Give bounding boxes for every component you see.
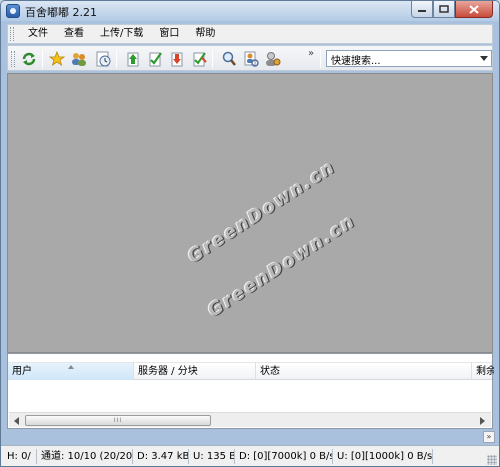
scroll-left-button[interactable] xyxy=(10,414,24,427)
minimize-button[interactable] xyxy=(411,1,433,18)
close-icon xyxy=(469,4,479,14)
menu-grip[interactable] xyxy=(10,27,14,41)
maximize-icon xyxy=(439,5,449,13)
close-button[interactable] xyxy=(455,1,493,18)
quick-search-combo[interactable]: 快速搜索... xyxy=(326,50,492,67)
title-bar[interactable]: 百舍嘟嘟 2.21 xyxy=(1,1,499,21)
sort-arrow-icon xyxy=(68,365,74,369)
menu-bar: 文件 查看 上传/下载 窗口 帮助 xyxy=(7,24,493,44)
scrollbar-thumb[interactable]: III xyxy=(25,415,211,426)
edit-icon[interactable] xyxy=(190,50,208,68)
toolbar-separator xyxy=(116,50,117,68)
expand-pane-button[interactable]: » xyxy=(483,431,495,443)
person-search-icon[interactable] xyxy=(242,50,260,68)
menu-view[interactable]: 查看 xyxy=(56,25,92,43)
menu-transfer[interactable]: 上传/下载 xyxy=(92,25,151,43)
window-title: 百舍嘟嘟 2.21 xyxy=(25,6,97,19)
check-icon[interactable] xyxy=(146,50,164,68)
toolbar-separator xyxy=(320,50,321,68)
status-downloaded: D: 3.47 kB xyxy=(133,449,189,464)
user-settings-icon[interactable] xyxy=(264,50,282,68)
status-channels: 通道: 10/10 (20/20) xyxy=(37,449,133,464)
clock-icon[interactable] xyxy=(94,50,112,68)
search-icon[interactable] xyxy=(220,50,238,68)
arrow-right-icon xyxy=(480,416,485,425)
list-header: 用户 服务器 / 分块 状态 剩余 xyxy=(8,362,494,380)
status-bar: H: 0/ 通道: 10/10 (20/20) D: 3.47 kB U: 13… xyxy=(1,445,499,466)
menu-file[interactable]: 文件 xyxy=(20,25,56,43)
minimize-icon xyxy=(418,10,426,12)
app-logo-icon[interactable] xyxy=(6,4,20,18)
toolbar-separator xyxy=(212,50,213,68)
column-header-remaining[interactable]: 剩余 xyxy=(472,363,494,380)
upload-icon[interactable] xyxy=(124,50,142,68)
transfer-list-pane: 用户 服务器 / 分块 状态 剩余 III xyxy=(7,353,494,429)
menu-help[interactable]: 帮助 xyxy=(187,25,223,43)
menu-window[interactable]: 窗口 xyxy=(151,25,187,43)
arrow-left-icon xyxy=(14,416,19,425)
column-header-user[interactable]: 用户 xyxy=(8,363,134,380)
status-uploaded: U: 135 B xyxy=(189,449,235,464)
horizontal-scrollbar[interactable]: III xyxy=(9,412,491,427)
toolbar-separator xyxy=(42,50,43,68)
chevron-down-icon[interactable] xyxy=(480,56,488,61)
window-controls xyxy=(411,1,493,18)
status-hubs: H: 0/ xyxy=(3,449,37,464)
toolbar: » 快速搜索... xyxy=(7,45,493,71)
toolbar-grip[interactable] xyxy=(11,51,15,67)
quick-search-text: 快速搜索... xyxy=(331,56,381,67)
column-header-status[interactable]: 状态 xyxy=(256,363,472,380)
scroll-right-button[interactable] xyxy=(476,414,490,427)
refresh-icon[interactable] xyxy=(20,50,38,68)
status-upload-limit: U: [0][1000k] 0 B/s xyxy=(333,449,433,464)
maximize-button[interactable] xyxy=(433,1,455,18)
toolbar-overflow-button[interactable]: » xyxy=(308,48,314,59)
status-download-limit: D: [0][7000k] 0 B/s xyxy=(235,449,333,464)
app-window: 百舍嘟嘟 2.21 文件 查看 上传/下载 窗口 帮助 » 快速搜索... Gr… xyxy=(0,0,500,467)
download-icon[interactable] xyxy=(168,50,186,68)
users-icon[interactable] xyxy=(70,50,88,68)
column-header-server[interactable]: 服务器 / 分块 xyxy=(134,363,256,380)
star-icon[interactable] xyxy=(48,50,66,68)
main-workspace: GreenDown.cn GreenDown.cn xyxy=(7,73,493,353)
resize-grip[interactable] xyxy=(487,455,497,465)
